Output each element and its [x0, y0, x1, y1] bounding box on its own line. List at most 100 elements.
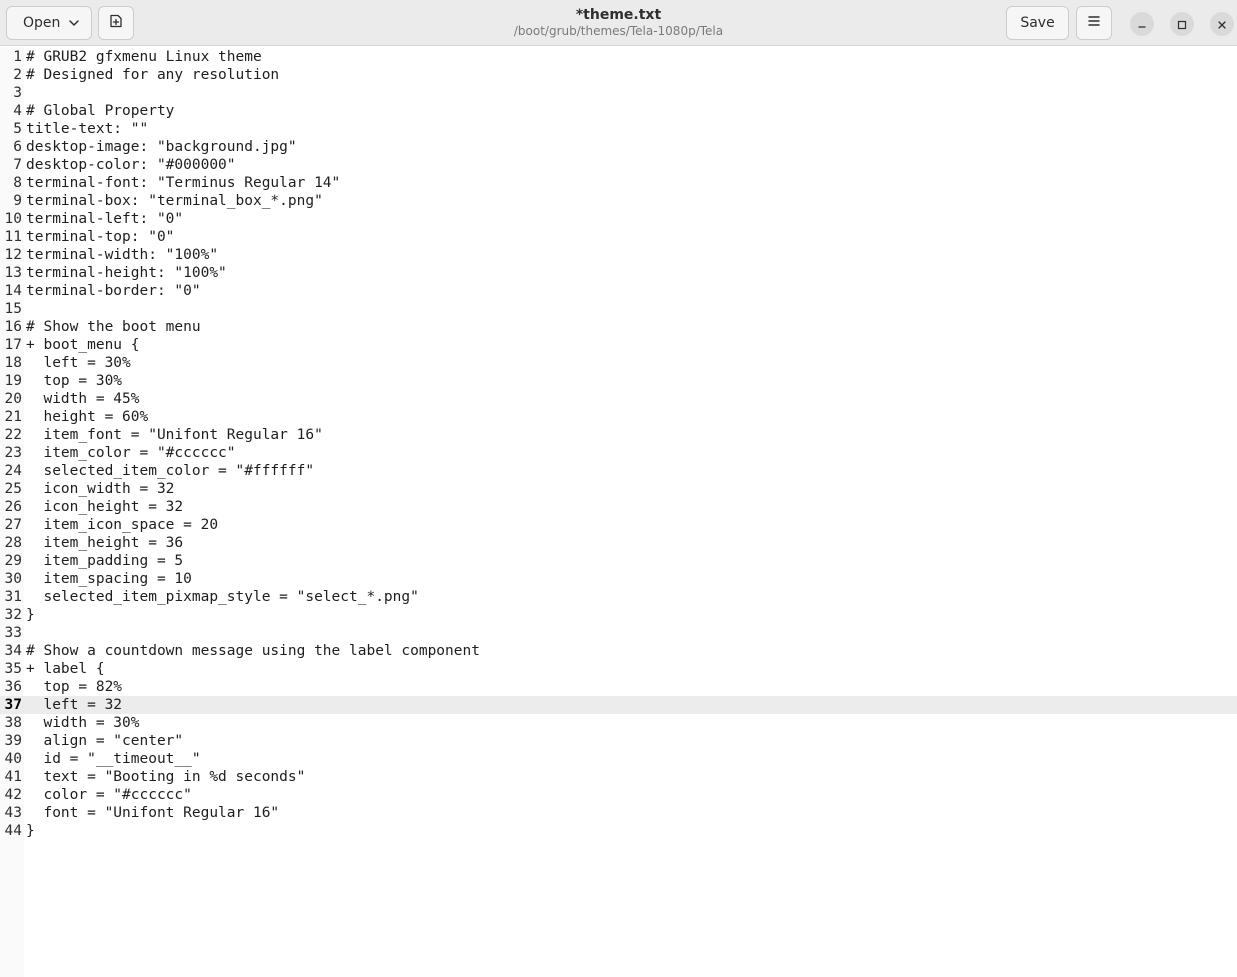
editor-line[interactable]: 9 terminal-box: "terminal_box_*.png" — [0, 192, 1237, 210]
main-menu-button[interactable] — [1076, 6, 1112, 40]
line-number: 17 — [4, 337, 22, 353]
line-text[interactable]: id = "__timeout__" — [26, 750, 200, 768]
line-text[interactable]: terminal-border: "0" — [26, 282, 201, 300]
editor-line[interactable]: 36 top = 82% — [0, 678, 1237, 696]
editor-line[interactable]: 1 # GRUB2 gfxmenu Linux theme — [0, 48, 1237, 66]
editor-line[interactable]: 40 id = "__timeout__" — [0, 750, 1237, 768]
line-text[interactable]: item_height = 36 — [26, 534, 183, 552]
line-text[interactable]: align = "center" — [26, 732, 183, 750]
maximize-button[interactable] — [1170, 12, 1194, 36]
line-text[interactable]: } — [26, 606, 35, 624]
editor-line[interactable]: 11 terminal-top: "0" — [0, 228, 1237, 246]
line-number: 35 — [4, 661, 22, 677]
editor-line[interactable]: 31 selected_item_pixmap_style = "select_… — [0, 588, 1237, 606]
editor-line[interactable]: 44} — [0, 822, 1237, 840]
line-text[interactable]: font = "Unifont Regular 16" — [26, 804, 279, 822]
line-text[interactable]: color = "#cccccc" — [26, 786, 191, 804]
editor-line[interactable]: 6 desktop-image: "background.jpg" — [0, 138, 1237, 156]
line-text[interactable]: # Designed for any resolution — [26, 66, 279, 84]
line-text[interactable]: text = "Booting in %d seconds" — [26, 768, 305, 786]
line-number: 18 — [4, 355, 22, 371]
editor-line[interactable]: 10 terminal-left: "0" — [0, 210, 1237, 228]
editor-line[interactable]: 13 terminal-height: "100%" — [0, 264, 1237, 282]
line-text[interactable]: # Show the boot menu — [26, 318, 201, 336]
editor-line[interactable]: 34 # Show a countdown message using the l… — [0, 642, 1237, 660]
line-text[interactable]: top = 82% — [26, 678, 122, 696]
editor-line[interactable]: 16 # Show the boot menu — [0, 318, 1237, 336]
editor-line[interactable]: 8 terminal-font: "Terminus Regular 14" — [0, 174, 1237, 192]
line-text[interactable]: terminal-top: "0" — [26, 228, 174, 246]
text-editor-area[interactable]: 1 # GRUB2 gfxmenu Linux theme 2 # Designed … — [0, 47, 1237, 977]
line-text[interactable]: selected_item_color = "#ffffff" — [26, 462, 314, 480]
editor-line[interactable]: 18 left = 30% — [0, 354, 1237, 372]
editor-line[interactable]: 14 terminal-border: "0" — [0, 282, 1237, 300]
editor-line[interactable]: 5 title-text: "" — [0, 120, 1237, 138]
line-text[interactable]: left = 30% — [26, 354, 130, 372]
line-text[interactable]: desktop-image: "background.jpg" — [26, 138, 297, 156]
line-text[interactable]: selected_item_pixmap_style = "select_*.p… — [26, 588, 418, 606]
line-text[interactable]: width = 45% — [26, 390, 139, 408]
editor-line[interactable]: 20 width = 45% — [0, 390, 1237, 408]
editor-line[interactable]: 28 item_height = 36 — [0, 534, 1237, 552]
editor-line[interactable]: 37 left = 32 — [0, 696, 1237, 714]
line-text[interactable]: icon_height = 32 — [26, 498, 183, 516]
line-text[interactable]: left = 32 — [26, 696, 122, 714]
line-text[interactable]: + boot_menu { — [26, 336, 140, 354]
new-document-button[interactable] — [98, 6, 134, 40]
editor-line[interactable]: 23 item_color = "#cccccc" — [0, 444, 1237, 462]
line-text[interactable]: # Global Property — [26, 102, 174, 120]
line-text[interactable]: terminal-font: "Terminus Regular 14" — [26, 174, 340, 192]
editor-line[interactable]: 33 — [0, 624, 1237, 642]
editor-lines[interactable]: 1 # GRUB2 gfxmenu Linux theme 2 # Designed … — [0, 48, 1237, 840]
editor-line[interactable]: 30 item_spacing = 10 — [0, 570, 1237, 588]
line-text[interactable]: desktop-color: "#000000" — [26, 156, 236, 174]
line-text[interactable]: icon_width = 32 — [26, 480, 174, 498]
editor-line[interactable]: 38 width = 30% — [0, 714, 1237, 732]
editor-line[interactable]: 24 selected_item_color = "#ffffff" — [0, 462, 1237, 480]
editor-line[interactable]: 43 font = "Unifont Regular 16" — [0, 804, 1237, 822]
text-editor-window: Open *theme.txt /boot/grub/themes/Tela-1… — [0, 0, 1237, 977]
editor-line[interactable]: 17 + boot_menu { — [0, 336, 1237, 354]
line-text[interactable]: item_icon_space = 20 — [26, 516, 218, 534]
editor-line[interactable]: 42 color = "#cccccc" — [0, 786, 1237, 804]
save-button[interactable]: Save — [1006, 6, 1069, 40]
line-text[interactable]: terminal-left: "0" — [26, 210, 183, 228]
close-button[interactable] — [1210, 12, 1234, 36]
editor-line[interactable]: 32} — [0, 606, 1237, 624]
line-text[interactable]: terminal-height: "100%" — [26, 264, 227, 282]
editor-line[interactable]: 19 top = 30% — [0, 372, 1237, 390]
line-text[interactable]: item_color = "#cccccc" — [26, 444, 235, 462]
editor-line[interactable]: 26 icon_height = 32 — [0, 498, 1237, 516]
editor-line[interactable]: 21 height = 60% — [0, 408, 1237, 426]
editor-line[interactable]: 29 item_padding = 5 — [0, 552, 1237, 570]
line-text[interactable]: item_spacing = 10 — [26, 570, 191, 588]
editor-line[interactable]: 25 icon_width = 32 — [0, 480, 1237, 498]
line-number: 36 — [4, 679, 22, 695]
editor-line[interactable]: 4 # Global Property — [0, 102, 1237, 120]
editor-line[interactable]: 7 desktop-color: "#000000" — [0, 156, 1237, 174]
line-text[interactable]: # GRUB2 gfxmenu Linux theme — [26, 48, 262, 66]
editor-line[interactable]: 41 text = "Booting in %d seconds" — [0, 768, 1237, 786]
editor-line[interactable]: 39 align = "center" — [0, 732, 1237, 750]
editor-line[interactable]: 12 terminal-width: "100%" — [0, 246, 1237, 264]
line-text[interactable]: + label { — [26, 660, 105, 678]
line-text[interactable]: height = 60% — [26, 408, 148, 426]
editor-line[interactable]: 2 # Designed for any resolution — [0, 66, 1237, 84]
editor-line[interactable]: 27 item_icon_space = 20 — [0, 516, 1237, 534]
line-text[interactable]: } — [26, 822, 35, 840]
line-text[interactable]: item_font = "Unifont Regular 16" — [26, 426, 322, 444]
editor-line[interactable]: 35 + label { — [0, 660, 1237, 678]
open-button[interactable]: Open — [6, 6, 92, 40]
line-text[interactable]: terminal-width: "100%" — [26, 246, 218, 264]
editor-line[interactable]: 15 — [0, 300, 1237, 318]
line-text[interactable]: terminal-box: "terminal_box_*.png" — [26, 192, 323, 210]
editor-line[interactable]: 22 item_font = "Unifont Regular 16" — [0, 426, 1237, 444]
minimize-button[interactable] — [1130, 12, 1154, 36]
line-text[interactable]: width = 30% — [26, 714, 139, 732]
editor-line[interactable]: 3 — [0, 84, 1237, 102]
line-number: 26 — [4, 499, 22, 515]
line-text[interactable]: item_padding = 5 — [26, 552, 183, 570]
line-text[interactable]: title-text: "" — [26, 120, 148, 138]
line-text[interactable]: top = 30% — [26, 372, 122, 390]
line-text[interactable]: # Show a countdown message using the lab… — [26, 642, 480, 660]
